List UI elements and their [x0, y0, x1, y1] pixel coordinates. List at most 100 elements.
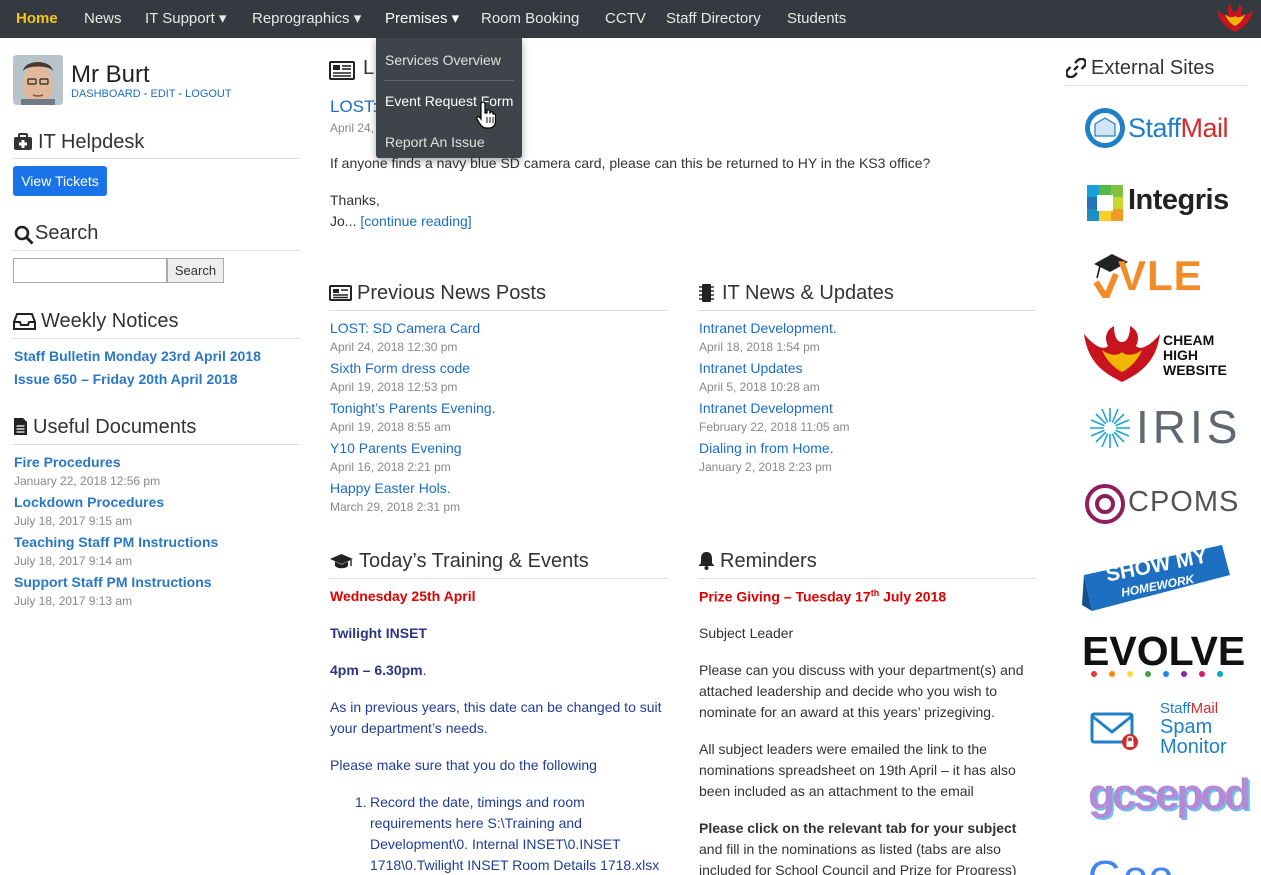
- divider: [329, 310, 667, 311]
- reminder-text: Subject Leader: [699, 625, 794, 641]
- staffmail-spam-monitor-link[interactable]: StaffMail Spam Monitor: [1082, 698, 1232, 760]
- reminder-text: nominate for an award at this years’ pri…: [699, 704, 995, 720]
- spam-monitor-word-mail: Mail: [1190, 700, 1219, 717]
- previous-news-date: March 29, 2018 2:31 pm: [330, 500, 461, 514]
- document-date: July 18, 2017 9:15 am: [14, 514, 133, 528]
- user-avatar[interactable]: [13, 55, 63, 105]
- inbox-icon: [13, 313, 36, 330]
- nav-room-booking[interactable]: Room Booking: [481, 0, 579, 38]
- weekly-notice-link[interactable]: Issue 650 – Friday 20th April 2018: [14, 371, 238, 387]
- training-text: your department’s needs.: [330, 720, 488, 736]
- nav-home[interactable]: Home: [16, 0, 58, 38]
- it-news-link[interactable]: Intranet Development.: [699, 320, 837, 336]
- cheam-wordmark-line: WEBSITE: [1163, 362, 1227, 378]
- training-time-dot: .: [422, 662, 427, 678]
- training-event-title: Twilight INSET: [330, 625, 427, 641]
- previous-news-heading: Previous News Posts: [357, 282, 546, 304]
- google-link[interactable]: Goo: [1082, 852, 1232, 875]
- vle-link[interactable]: VLE: [1082, 248, 1232, 300]
- logout-link[interactable]: LOGOUT: [185, 88, 231, 100]
- school-phoenix-logo[interactable]: [1215, 2, 1255, 36]
- search-input[interactable]: [13, 258, 167, 283]
- it-news-link[interactable]: Intranet Development: [699, 400, 833, 416]
- cheam-high-website-link[interactable]: CHEAM HIGH WEBSITE: [1082, 324, 1232, 384]
- reminder-text: and fill in the nominations as listed (t…: [699, 841, 1001, 857]
- staffmail-link[interactable]: StaffMail: [1082, 105, 1232, 151]
- user-name: Mr Burt: [71, 61, 150, 88]
- nav-it-support[interactable]: IT Support ▾: [145, 0, 226, 38]
- it-news-heading: IT News & Updates: [722, 282, 894, 304]
- nav-premises[interactable]: Premises ▾: [385, 0, 459, 38]
- previous-news-link[interactable]: Y10 Parents Evening: [330, 440, 462, 456]
- training-text: Please make sure that you do the followi…: [330, 757, 597, 773]
- search-button[interactable]: Search: [167, 258, 224, 283]
- evolve-link[interactable]: EVOLVE: [1082, 628, 1245, 678]
- user-link-separator: -: [143, 88, 148, 100]
- previous-news-link[interactable]: Sixth Form dress code: [330, 360, 470, 376]
- dropdown-divider: [384, 80, 514, 81]
- cpoms-wordmark: CPOMS: [1128, 486, 1240, 518]
- view-tickets-button[interactable]: View Tickets: [13, 166, 107, 196]
- training-list-item: requirements here S:\Training and: [370, 815, 582, 831]
- integris-link[interactable]: Integris: [1082, 182, 1232, 224]
- iris-wordmark: IRIS: [1136, 401, 1242, 453]
- divider: [13, 250, 299, 251]
- iris-starburst-icon: [1090, 408, 1130, 448]
- continue-reading-link[interactable]: [continue reading]: [360, 213, 471, 229]
- top-navbar: Home News IT Support ▾ Reprographics ▾ P…: [0, 0, 1261, 38]
- document-date: July 18, 2017 9:14 am: [14, 554, 133, 568]
- latest-news-heading: L: [363, 57, 375, 79]
- dropdown-services-overview[interactable]: Services Overview: [385, 52, 501, 68]
- dashboard-link[interactable]: DASHBOARD: [71, 88, 141, 100]
- staffmail-word-mail: Mail: [1180, 113, 1229, 143]
- newspaper-icon: [329, 285, 352, 301]
- previous-news-link[interactable]: LOST: SD Camera Card: [330, 320, 480, 336]
- user-links: DASHBOARD - EDIT - LOGOUT: [71, 88, 232, 100]
- previous-news-link[interactable]: Tonight’s Parents Evening.: [330, 400, 496, 416]
- phoenix-logo-icon: [1084, 326, 1160, 382]
- staffmail-wordmark: StaffMail: [1128, 113, 1229, 144]
- document-date: July 18, 2017 9:13 am: [14, 594, 133, 608]
- training-date: Wednesday 25th April: [330, 588, 476, 604]
- training-time: 4pm – 6.30pm.: [330, 662, 427, 678]
- integris-logo-icon: [1087, 185, 1123, 221]
- document-link[interactable]: Support Staff PM Instructions: [14, 574, 212, 590]
- graduation-cap-icon: [330, 554, 353, 569]
- it-news-date: January 2, 2018 2:23 pm: [699, 460, 832, 474]
- nav-reprographics[interactable]: Reprographics ▾: [252, 0, 361, 38]
- show-my-homework-link[interactable]: SHOW MY HOMEWORK: [1082, 544, 1232, 613]
- nav-news[interactable]: News: [84, 0, 122, 38]
- evolve-wordmark: EVOLVE: [1082, 628, 1246, 674]
- iris-link[interactable]: IRIS: [1082, 401, 1237, 454]
- cpoms-logo-icon: [1085, 484, 1125, 524]
- previous-news-link[interactable]: Happy Easter Hols.: [330, 480, 451, 496]
- dropdown-report-an-issue[interactable]: Report An Issue: [385, 134, 485, 150]
- document-link[interactable]: Teaching Staff PM Instructions: [14, 534, 218, 550]
- divider: [698, 578, 1036, 579]
- latest-post-title[interactable]: LOST:: [330, 97, 377, 117]
- useful-documents-heading: Useful Documents: [33, 416, 197, 438]
- document-link[interactable]: Lockdown Procedures: [14, 494, 164, 510]
- training-list-number: 1.: [355, 794, 367, 810]
- gcsepod-link[interactable]: gcsepod: [1082, 770, 1251, 832]
- it-news-date: February 22, 2018 11:05 am: [699, 420, 850, 434]
- newspaper-icon: [329, 61, 355, 80]
- search-icon: [14, 225, 34, 245]
- reminder-text: attached leadership and decide who you w…: [699, 683, 998, 699]
- reminder-text: been included as an attachment to the em…: [699, 783, 974, 799]
- training-list-item: Development\0. Internal INSET\0.INSET: [370, 836, 621, 852]
- it-news-link[interactable]: Intranet Updates: [699, 360, 803, 376]
- weekly-notice-link[interactable]: Staff Bulletin Monday 23rd April 2018: [14, 348, 261, 364]
- document-link[interactable]: Fire Procedures: [14, 454, 121, 470]
- medkit-icon: [14, 133, 32, 150]
- nav-staff-directory[interactable]: Staff Directory: [666, 0, 761, 38]
- training-text: As in previous years, this date can be c…: [330, 699, 662, 715]
- it-news-link[interactable]: Dialing in from Home.: [699, 440, 834, 456]
- spam-monitor-word-staff: Staff: [1160, 700, 1191, 717]
- cpoms-link[interactable]: CPOMS: [1082, 482, 1238, 526]
- edit-link[interactable]: EDIT: [150, 88, 175, 100]
- nav-cctv[interactable]: CCTV: [605, 0, 646, 38]
- cheam-wordmark: CHEAM HIGH WEBSITE: [1163, 333, 1227, 378]
- vle-wordmark: VLE: [1118, 252, 1203, 299]
- nav-students[interactable]: Students: [787, 0, 846, 38]
